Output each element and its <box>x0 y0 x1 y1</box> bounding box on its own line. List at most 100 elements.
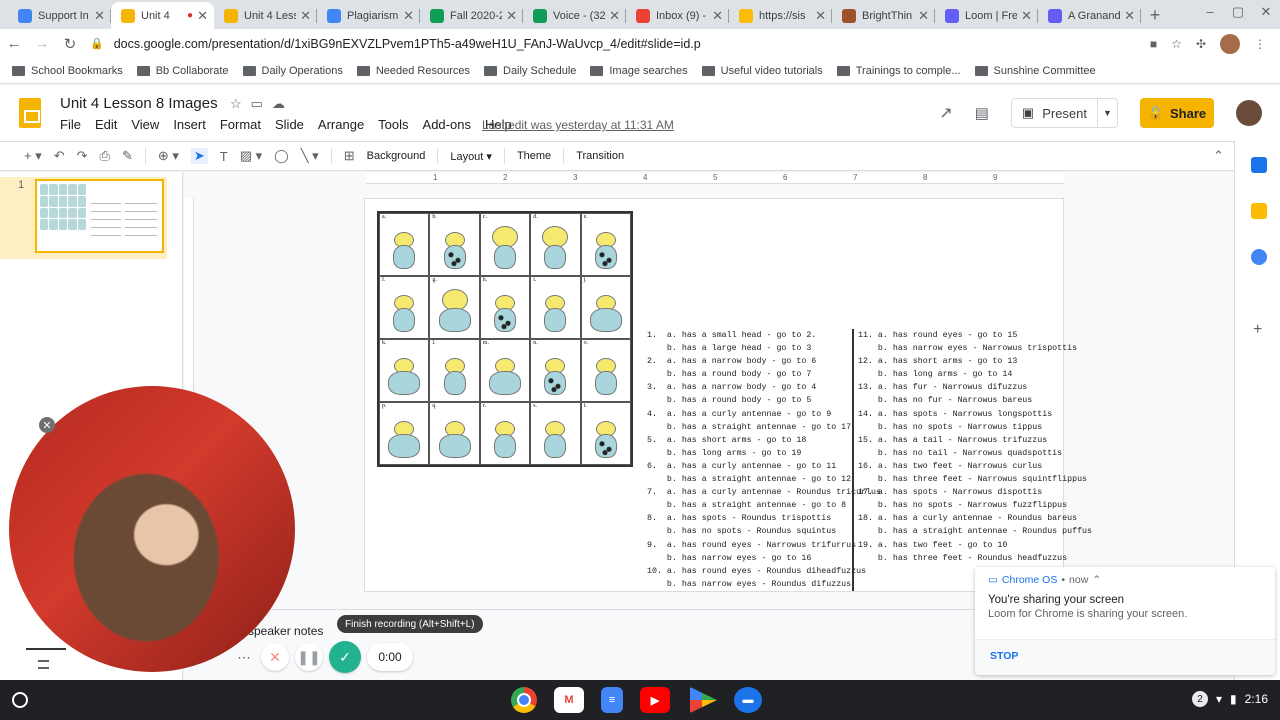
browser-tab[interactable]: Fall 2020-2 ✕ <box>420 2 523 29</box>
collapse-toolbar-icon[interactable]: ⌃ <box>1213 148 1224 164</box>
menu-format[interactable]: Format <box>220 117 261 132</box>
browser-tab[interactable]: Support In ✕ <box>8 2 111 29</box>
monster-image-grid[interactable]: a. b. c. d. e. f. g. h. i. j. k. l. m. n. o. p. q. r. s. t. <box>377 211 633 467</box>
menu-view[interactable]: View <box>131 117 159 132</box>
forward-icon[interactable]: → <box>28 35 56 52</box>
dichotomous-key-left[interactable]: 1. a. has a small head - go to 2. b. has… <box>647 329 881 591</box>
browser-tab[interactable]: Unit 4 Less ✕ <box>214 2 317 29</box>
menu-file[interactable]: File <box>60 117 81 132</box>
menu-slide[interactable]: Slide <box>275 117 304 132</box>
document-title[interactable]: Unit 4 Lesson 8 Images <box>60 95 218 112</box>
bookmark-item[interactable]: Image searches <box>590 65 688 77</box>
new-tab-button[interactable]: + <box>1141 2 1169 29</box>
browser-tab[interactable]: Unit 4 ● ✕ <box>111 2 214 29</box>
pause-icon[interactable]: ❚❚ <box>295 643 323 671</box>
menu-tools[interactable]: Tools <box>378 117 408 132</box>
reload-icon[interactable]: ↻ <box>56 35 84 53</box>
activity-icon[interactable]: ↗ <box>939 103 952 123</box>
stop-sharing-button[interactable]: STOP <box>975 639 1275 675</box>
bookmark-item[interactable]: Sunshine Committee <box>974 65 1096 77</box>
menu-insert[interactable]: Insert <box>173 117 206 132</box>
menu-edit[interactable]: Edit <box>95 117 117 132</box>
close-icon[interactable]: ✕ <box>39 417 55 433</box>
bookmark-item[interactable]: Daily Operations <box>242 65 343 77</box>
browser-tab[interactable]: Loom | Fre ✕ <box>935 2 1038 29</box>
new-slide-icon[interactable]: + ▾ <box>24 148 42 164</box>
status-area[interactable]: 2 ▾ ▮ 2:16 <box>1192 691 1268 707</box>
launcher-icon[interactable] <box>12 692 28 708</box>
browser-tab[interactable]: Voice - (32 ✕ <box>523 2 626 29</box>
calendar-icon[interactable] <box>1251 157 1267 173</box>
play-store-icon[interactable] <box>690 687 717 713</box>
dichotomous-key-right[interactable]: 11. a. has round eyes - go to 15 b. has … <box>858 329 1092 565</box>
star-icon[interactable]: ☆ <box>1171 37 1182 51</box>
chevron-up-icon[interactable]: ⌃ <box>1092 574 1101 586</box>
grid-view-icon[interactable] <box>38 660 49 669</box>
youtube-icon[interactable]: ▶ <box>640 687 670 713</box>
transition-button[interactable]: Transition <box>576 150 624 162</box>
add-addon-icon[interactable]: + <box>1253 321 1262 339</box>
last-edit-link[interactable]: Last edit was yesterday at 11:31 AM <box>482 118 674 132</box>
comments-icon[interactable]: ▤ <box>975 104 989 122</box>
theme-button[interactable]: Theme <box>517 150 551 162</box>
bookmark-item[interactable]: Needed Resources <box>356 65 470 77</box>
paint-format-icon[interactable]: ✎ <box>122 148 133 164</box>
star-icon[interactable]: ☆ <box>230 96 242 112</box>
profile-avatar[interactable] <box>1220 33 1240 54</box>
maximize-icon[interactable]: ▢ <box>1224 4 1252 20</box>
tab-close-icon[interactable]: ✕ <box>1124 8 1135 24</box>
comment-add-icon[interactable]: ⊞ <box>344 148 355 164</box>
slides-logo-icon[interactable] <box>19 98 41 128</box>
files-icon[interactable]: ▬ <box>734 687 762 713</box>
tab-close-icon[interactable]: ✕ <box>506 8 517 24</box>
browser-tab[interactable]: Plagiarism ✕ <box>317 2 420 29</box>
present-dropdown-icon[interactable]: ▼ <box>1097 99 1117 127</box>
tab-close-icon[interactable]: ✕ <box>609 8 620 24</box>
print-icon[interactable]: ⎙ <box>100 148 110 164</box>
slide-thumbnail[interactable] <box>35 179 164 253</box>
extensions-icon[interactable]: ✣ <box>1196 37 1206 51</box>
menu-arrange[interactable]: Arrange <box>318 117 364 132</box>
tab-close-icon[interactable]: ✕ <box>403 8 414 24</box>
line-icon[interactable]: ╲ ▾ <box>301 148 319 164</box>
bookmark-item[interactable]: Useful video tutorials <box>701 65 823 77</box>
back-icon[interactable]: ← <box>0 35 28 52</box>
tab-close-icon[interactable]: ✕ <box>918 8 929 24</box>
select-icon[interactable]: ➤ <box>190 148 208 164</box>
browser-tab[interactable]: https://sis ✕ <box>729 2 832 29</box>
bookmark-item[interactable]: Bb Collaborate <box>136 65 229 77</box>
tab-close-icon[interactable]: ✕ <box>815 8 826 24</box>
tab-close-icon[interactable]: ✕ <box>1021 8 1032 24</box>
redo-icon[interactable]: ↷ <box>77 148 88 164</box>
address-bar[interactable]: 🔒 docs.google.com/presentation/d/1xiBG9n… <box>90 32 1150 56</box>
present-button[interactable]: ▣ Present ▼ <box>1010 98 1118 128</box>
finish-recording-icon[interactable]: ✓ <box>329 641 361 673</box>
layout-button[interactable]: Layout ▾ <box>450 150 492 163</box>
gmail-icon[interactable]: M <box>554 687 584 713</box>
move-folder-icon[interactable]: ▭ <box>251 96 263 112</box>
minimize-icon[interactable]: – <box>1196 4 1224 20</box>
docs-icon[interactable]: ≡ <box>601 687 623 713</box>
cloud-status-icon[interactable]: ☁ <box>272 96 285 112</box>
camera-icon[interactable]: ■ <box>1150 37 1157 51</box>
menu-icon[interactable]: ⋮ <box>1254 37 1266 51</box>
undo-icon[interactable]: ↶ <box>54 148 65 164</box>
tab-close-icon[interactable]: ✕ <box>197 8 208 24</box>
cancel-recording-icon[interactable]: ✕ <box>261 643 289 671</box>
bookmark-item[interactable]: Trainings to comple... <box>836 65 961 77</box>
user-avatar[interactable] <box>1236 100 1262 126</box>
keep-icon[interactable] <box>1251 203 1267 219</box>
zoom-icon[interactable]: ⊕ ▾ <box>158 148 179 164</box>
chrome-icon[interactable] <box>511 687 537 713</box>
close-window-icon[interactable]: ✕ <box>1252 4 1280 20</box>
tab-close-icon[interactable]: ✕ <box>300 8 311 24</box>
bookmark-item[interactable]: School Bookmarks <box>12 65 123 77</box>
browser-tab[interactable]: BrightThin ✕ <box>832 2 935 29</box>
more-options-icon[interactable]: ⋯ <box>233 646 255 668</box>
browser-tab[interactable]: A Granand ✕ <box>1038 2 1141 29</box>
menu-addons[interactable]: Add-ons <box>423 117 471 132</box>
background-button[interactable]: Background <box>367 150 426 162</box>
textbox-icon[interactable]: T <box>220 149 228 164</box>
share-button[interactable]: 🔒 Share <box>1140 98 1214 128</box>
tasks-icon[interactable] <box>1251 249 1267 265</box>
